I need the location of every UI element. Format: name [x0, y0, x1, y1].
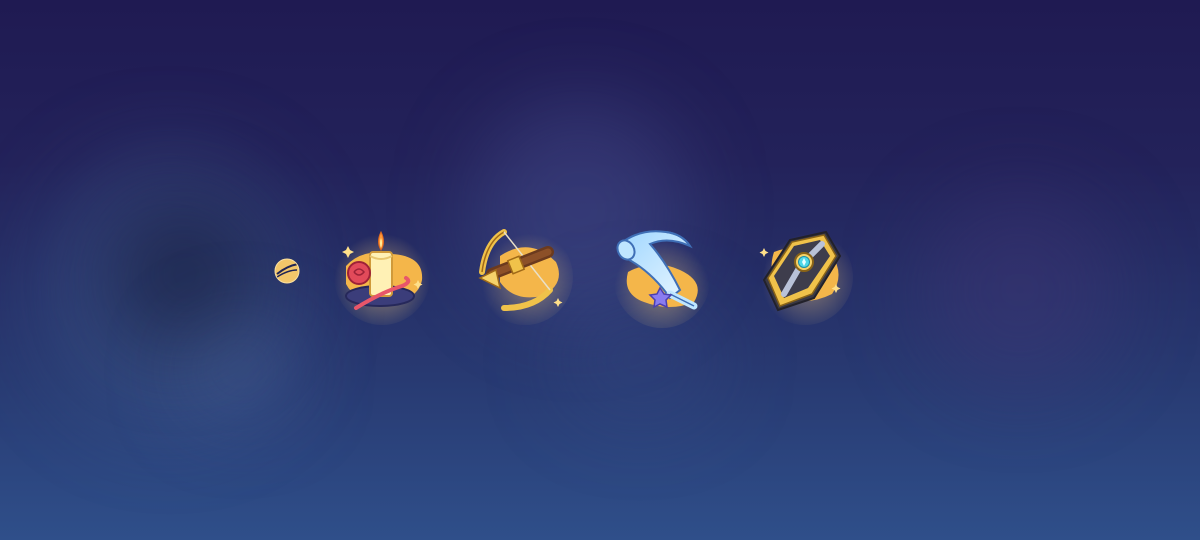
candle-rose-icon [334, 229, 430, 325]
relic-crossbow[interactable] [470, 222, 573, 325]
badge-plate-icon [757, 229, 853, 325]
relic-horn[interactable] [610, 222, 710, 328]
relic-candle-rose[interactable] [332, 222, 432, 325]
crossbow-icon [477, 229, 573, 325]
relic-row [0, 0, 1200, 540]
horn-icon [614, 230, 710, 328]
relic-badge-plate[interactable] [750, 222, 853, 325]
erudition-path-icon[interactable] [272, 256, 302, 286]
